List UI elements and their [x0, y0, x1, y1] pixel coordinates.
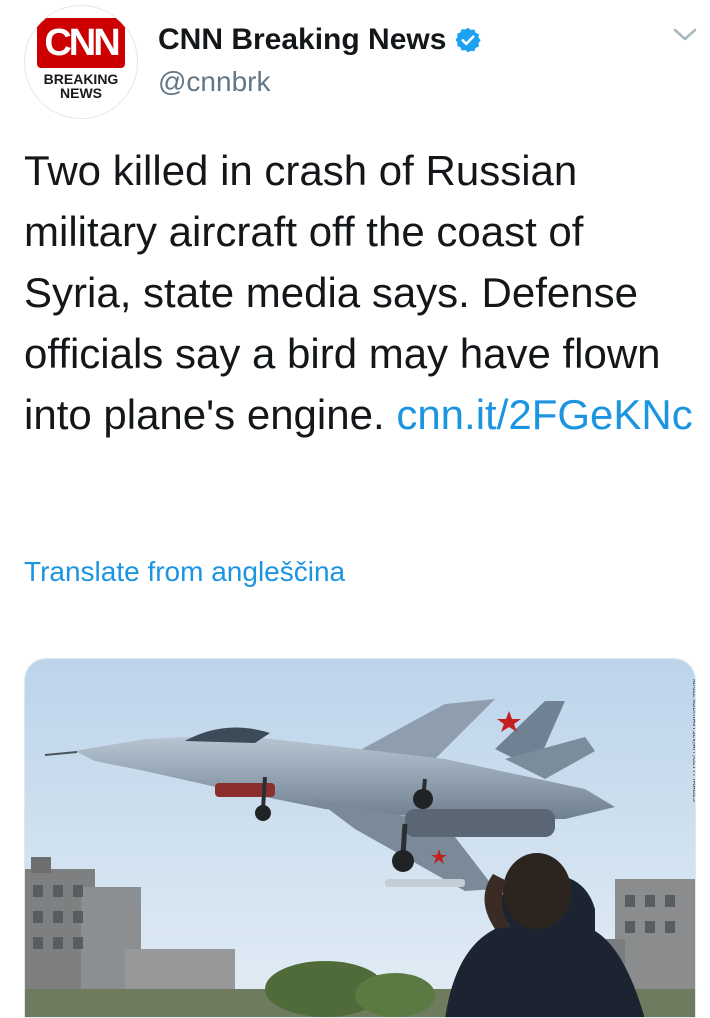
tweet-header: CNN BREAKING NEWS CNN Breaking News @cnn… — [0, 0, 710, 130]
chevron-down-icon[interactable] — [672, 26, 698, 44]
fighter-jet-photo[interactable]: KIRILL KUDRYAVTSEV/AFP/GETTY IMAGES — [24, 658, 696, 1018]
tweet-text: Two killed in crash of Russian military … — [24, 140, 694, 445]
badge-line-1: BREAKING — [43, 71, 119, 87]
verified-badge-icon — [454, 26, 482, 54]
photo-credit-watermark: KIRILL KUDRYAVTSEV/AFP/GETTY IMAGES — [691, 679, 696, 802]
tweet-link[interactable]: cnn.it/2FGeKNc — [396, 391, 692, 438]
translate-link[interactable]: Translate from angleščina — [24, 556, 345, 588]
author-handle[interactable]: @cnnbrk — [158, 66, 270, 98]
avatar[interactable]: CNN BREAKING NEWS — [24, 5, 138, 119]
author-name-row[interactable]: CNN Breaking News — [158, 20, 482, 60]
breaking-news-badge: BREAKING NEWS — [33, 72, 129, 100]
author-name[interactable]: CNN Breaking News — [158, 23, 446, 57]
badge-line-2: NEWS — [60, 85, 102, 101]
cnn-logo: CNN — [37, 18, 125, 68]
